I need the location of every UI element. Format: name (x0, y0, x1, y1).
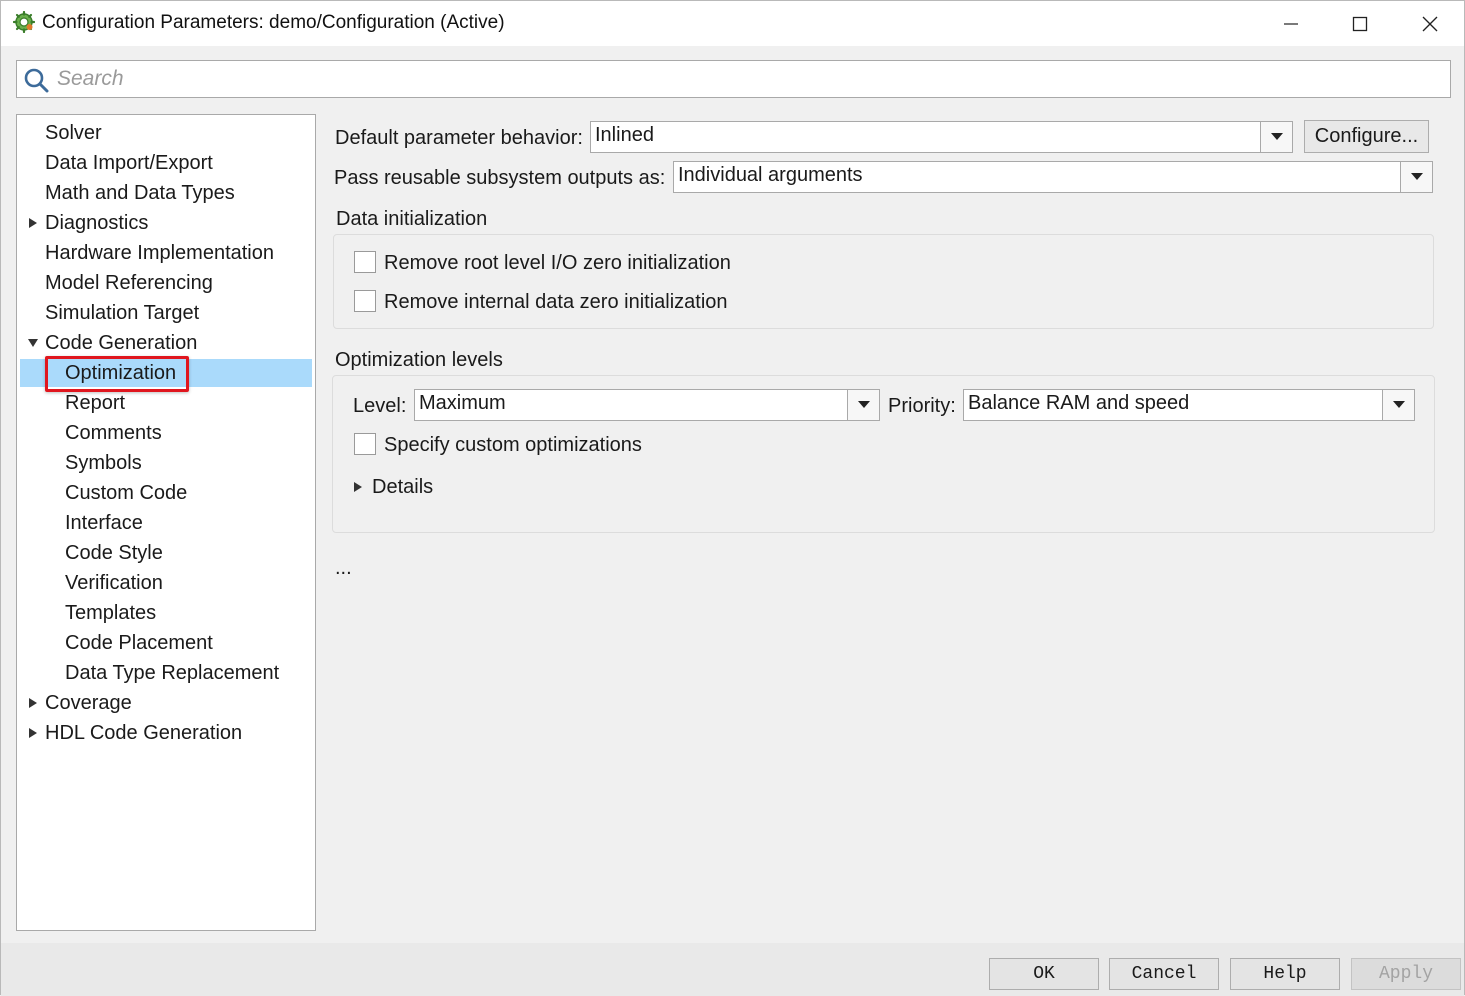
expand-arrow-icon[interactable] (26, 209, 40, 237)
chevron-down-icon[interactable] (847, 390, 879, 420)
custom-optimizations-label: Specify custom optimizations (384, 434, 642, 456)
level-dropdown[interactable]: Maximum (414, 389, 880, 421)
tree-item-verification[interactable]: Verification (20, 569, 312, 597)
remove-root-io-label: Remove root level I/O zero initializatio… (384, 252, 731, 274)
tree-item-solver[interactable]: Solver (20, 119, 312, 147)
help-button[interactable]: Help (1230, 958, 1340, 990)
search-box[interactable] (16, 60, 1451, 98)
tree-item-diagnostics[interactable]: Diagnostics (20, 209, 312, 237)
level-value: Maximum (419, 392, 506, 414)
tree-item-report[interactable]: Report (20, 389, 312, 417)
tree-item-model-referencing[interactable]: Model Referencing (20, 269, 312, 297)
search-input[interactable] (57, 66, 1437, 92)
simulink-gear-icon (12, 10, 36, 34)
tree-item-data-type-replacement[interactable]: Data Type Replacement (20, 659, 312, 687)
footer-bar: OK Cancel Help Apply (1, 943, 1464, 996)
close-button[interactable] (1395, 1, 1465, 46)
chevron-down-icon[interactable] (1400, 162, 1432, 192)
ok-button[interactable]: OK (989, 958, 1099, 990)
tree-item-symbols[interactable]: Symbols (20, 449, 312, 477)
tree-item-hardware-implementation[interactable]: Hardware Implementation (20, 239, 312, 267)
tree-item-code-generation[interactable]: Code Generation (20, 329, 312, 357)
configure-button[interactable]: Configure... (1304, 120, 1429, 153)
data-init-group: Remove root level I/O zero initializatio… (333, 234, 1434, 329)
tree-item-code-placement[interactable]: Code Placement (20, 629, 312, 657)
close-icon (1422, 16, 1438, 31)
more-ellipsis[interactable]: ... (335, 557, 352, 580)
category-tree: Solver Data Import/Export Math and Data … (16, 114, 316, 931)
maximize-icon (1352, 16, 1368, 31)
details-expand-icon[interactable] (353, 480, 365, 494)
tree-item-optimization[interactable]: Optimization (20, 359, 312, 387)
tree-item-data-import-export[interactable]: Data Import/Export (20, 149, 312, 177)
level-label: Level: (353, 395, 407, 417)
opt-levels-group: Level: Maximum Priority: Balance RAM and… (332, 375, 1435, 533)
minimize-icon (1284, 22, 1298, 25)
data-init-heading: Data initialization (336, 208, 488, 230)
custom-optimizations-checkbox[interactable] (354, 433, 376, 455)
config-params-window: Configuration Parameters: demo/Configura… (0, 0, 1465, 996)
apply-button[interactable]: Apply (1351, 958, 1461, 990)
cancel-button[interactable]: Cancel (1109, 958, 1219, 990)
reusable-outputs-label: Pass reusable subsystem outputs as: (334, 167, 666, 189)
tree-item-interface[interactable]: Interface (20, 509, 312, 537)
details-label[interactable]: Details (372, 476, 433, 499)
search-icon (23, 67, 49, 93)
tree-item-math-data-types[interactable]: Math and Data Types (20, 179, 312, 207)
priority-value: Balance RAM and speed (968, 392, 1190, 414)
remove-internal-data-label: Remove internal data zero initialization (384, 291, 728, 313)
tree-item-simulation-target[interactable]: Simulation Target (20, 299, 312, 327)
default-param-label: Default parameter behavior: (335, 127, 583, 149)
tree-item-code-style[interactable]: Code Style (20, 539, 312, 567)
default-param-dropdown[interactable]: Inlined (590, 121, 1293, 153)
tree-item-coverage[interactable]: Coverage (20, 689, 312, 717)
tree-item-comments[interactable]: Comments (20, 419, 312, 447)
collapse-arrow-icon[interactable] (26, 329, 40, 357)
tree-item-templates[interactable]: Templates (20, 599, 312, 627)
tree-item-hdl-code-generation[interactable]: HDL Code Generation (20, 719, 312, 747)
remove-internal-data-checkbox[interactable] (354, 290, 376, 312)
priority-dropdown[interactable]: Balance RAM and speed (963, 389, 1415, 421)
expand-arrow-icon[interactable] (26, 719, 40, 747)
window-title: Configuration Parameters: demo/Configura… (42, 12, 505, 33)
minimize-button[interactable] (1256, 1, 1326, 46)
opt-levels-heading: Optimization levels (335, 349, 503, 371)
expand-arrow-icon[interactable] (26, 689, 40, 717)
tree-item-custom-code[interactable]: Custom Code (20, 479, 312, 507)
default-param-value: Inlined (595, 124, 654, 146)
chevron-down-icon[interactable] (1260, 122, 1292, 152)
maximize-button[interactable] (1325, 1, 1395, 46)
priority-label: Priority: (888, 395, 956, 417)
chevron-down-icon[interactable] (1382, 390, 1414, 420)
reusable-outputs-dropdown[interactable]: Individual arguments (673, 161, 1433, 193)
title-bar: Configuration Parameters: demo/Configura… (1, 1, 1464, 46)
reusable-outputs-value: Individual arguments (678, 164, 863, 186)
remove-root-io-checkbox[interactable] (354, 251, 376, 273)
